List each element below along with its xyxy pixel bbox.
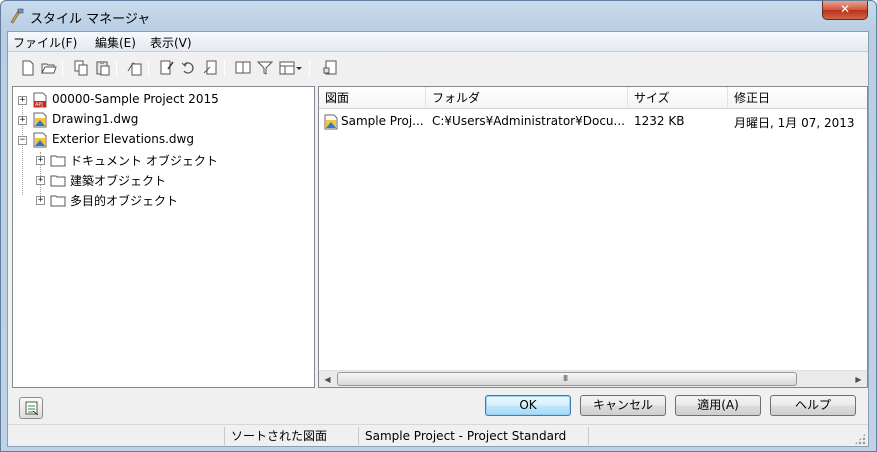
drawing-setup-icon	[25, 401, 39, 416]
scroll-thumb[interactable]: III	[337, 372, 797, 386]
cell-size: 1232 KB	[634, 114, 685, 128]
status-empty	[588, 427, 820, 445]
window-title: スタイル マネージャ	[30, 12, 151, 27]
scroll-left-icon[interactable]: ◀	[319, 371, 336, 388]
menu-edit[interactable]: 編集(E)	[95, 34, 136, 51]
tree-node-label: 00000-Sample Project 2015	[52, 92, 219, 106]
purge-icon[interactable]	[126, 59, 144, 77]
new-icon[interactable]	[19, 59, 37, 77]
cancel-button[interactable]: キャンセル	[580, 395, 666, 416]
tree-node-label: Exterior Elevations.dwg	[52, 132, 194, 146]
style-manager-window: スタイル マネージャ ✕ ファイル(F) 編集(E) 表示(V) + APJ 0…	[0, 0, 877, 452]
apj-file-icon: APJ	[33, 92, 47, 108]
menu-bar: ファイル(F) 編集(E) 表示(V)	[8, 32, 868, 52]
expand-icon[interactable]: +	[36, 176, 45, 185]
expand-icon[interactable]: +	[36, 156, 45, 165]
paste-icon[interactable]	[94, 59, 112, 77]
resize-grip[interactable]	[854, 433, 866, 445]
status-sorted: ソートされた図面	[224, 427, 356, 445]
column-folder[interactable]: フォルダ	[426, 87, 628, 109]
expand-icon[interactable]: +	[36, 196, 45, 205]
menu-file[interactable]: ファイル(F)	[13, 34, 77, 51]
expand-icon[interactable]: +	[18, 96, 27, 105]
column-drawing[interactable]: 図面	[319, 87, 426, 109]
tree-node-document-objects[interactable]: + ドキュメント オブジェクト	[35, 150, 305, 170]
toolbar	[8, 55, 868, 82]
copy-icon[interactable]	[72, 59, 90, 77]
cell-folder: C:¥Users¥Administrator¥Docu...	[432, 114, 625, 128]
inquiry-icon[interactable]	[322, 59, 340, 77]
tree-node-label: 建築オブジェクト	[70, 174, 167, 188]
cell-modified: 月曜日, 1月 07, 2013	[734, 116, 855, 130]
tree-node-label: Drawing1.dwg	[52, 112, 139, 126]
ok-button[interactable]: OK	[485, 395, 571, 416]
svg-text:APJ: APJ	[35, 102, 43, 108]
column-size[interactable]: サイズ	[628, 87, 728, 109]
close-button[interactable]: ✕	[822, 1, 868, 20]
horizontal-scrollbar[interactable]: ◀ III ▶	[319, 370, 867, 387]
scroll-grip: III	[563, 374, 568, 383]
drawing-list[interactable]: 図面 フォルダ サイズ 修正日 Sample Proj... C:¥Users¥…	[318, 86, 868, 388]
style-manager-app-icon	[10, 8, 24, 24]
tree-node-multipurpose-objects[interactable]: + 多目的オブジェクト	[35, 190, 305, 210]
column-modified[interactable]: 修正日	[728, 87, 867, 109]
menu-view[interactable]: 表示(V)	[150, 34, 192, 51]
dwg-file-icon	[324, 114, 338, 130]
list-header: 図面 フォルダ サイズ 修正日	[319, 87, 867, 109]
tree-node-architectural-objects[interactable]: + 建築オブジェクト	[35, 170, 305, 190]
filter-icon[interactable]	[256, 59, 274, 77]
toggle-view-icon[interactable]	[234, 59, 252, 77]
folder-icon	[50, 195, 66, 207]
expand-icon[interactable]: +	[18, 116, 27, 125]
open-drawing-button[interactable]	[19, 397, 43, 419]
cell-drawing: Sample Proj...	[341, 114, 424, 128]
dwg-file-icon	[33, 132, 47, 148]
drawing-tree[interactable]: + APJ 00000-Sample Project 2015 + Drawin…	[12, 86, 315, 388]
tree-node-drawing1[interactable]: + Drawing1.dwg	[17, 110, 307, 130]
tree-node-project[interactable]: + APJ 00000-Sample Project 2015	[17, 90, 307, 110]
tree-node-label: 多目的オブジェクト	[70, 194, 179, 208]
folder-icon	[50, 175, 66, 187]
refresh-icon[interactable]	[180, 59, 198, 77]
dwg-file-icon	[33, 112, 47, 128]
collapse-icon[interactable]: −	[18, 136, 27, 145]
list-row[interactable]: Sample Proj... C:¥Users¥Administrator¥Do…	[319, 111, 867, 131]
title-bar[interactable]: スタイル マネージャ ✕	[1, 1, 876, 31]
open-icon[interactable]	[40, 59, 58, 77]
help-button[interactable]: ヘルプ	[770, 395, 856, 416]
status-standard: Sample Project - Project Standard	[358, 427, 588, 445]
scroll-right-icon[interactable]: ▶	[850, 371, 867, 388]
folder-icon	[50, 155, 66, 167]
status-bar: ソートされた図面 Sample Project - Project Standa…	[8, 424, 868, 446]
view-menu-icon[interactable]	[278, 59, 296, 77]
edit-style-icon[interactable]	[158, 59, 176, 77]
tree-node-exterior-elevations[interactable]: − Exterior Elevations.dwg	[17, 130, 307, 150]
dropdown-icon[interactable]	[295, 59, 303, 77]
set-from-icon[interactable]	[202, 59, 220, 77]
apply-button[interactable]: 適用(A)	[675, 395, 761, 416]
client-area: ファイル(F) 編集(E) 表示(V) + APJ 00000-Sample P…	[7, 31, 869, 447]
tree-node-label: ドキュメント オブジェクト	[70, 154, 218, 168]
